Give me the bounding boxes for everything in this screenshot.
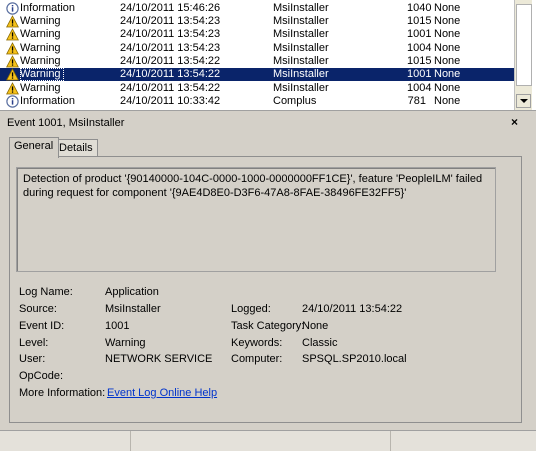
event-category: None (434, 95, 461, 107)
warning-icon (6, 28, 19, 41)
event-source: MsiInstaller (273, 42, 329, 54)
info-icon (6, 95, 19, 108)
log-name-label: Log Name: (19, 286, 73, 298)
event-row[interactable]: Warning 24/10/2011 13:54:23 MsiInstaller 10… (0, 28, 514, 41)
event-level: Warning (20, 82, 61, 94)
event-id: 781 (407, 95, 426, 107)
event-id: 1040 (407, 2, 432, 14)
opcode-label: OpCode: (19, 370, 64, 382)
user-label: User: (19, 353, 46, 365)
event-id: 1004 (407, 82, 432, 94)
source-value: MsiInstaller (105, 303, 161, 315)
user-value: NETWORK SERVICE (105, 353, 213, 365)
event-category: None (434, 68, 461, 80)
event-description[interactable]: Detection of product '{90140000-104C-000… (16, 167, 496, 272)
event-level: Information (20, 2, 76, 14)
event-level: Warning (20, 28, 61, 40)
status-bar (0, 431, 536, 451)
event-id: 1004 (407, 42, 432, 54)
event-log-online-help-link[interactable]: Event Log Online Help (107, 387, 217, 400)
event-row[interactable]: Warning 24/10/2011 13:54:23 MsiInstaller 10… (0, 15, 514, 28)
event-level: Warning (20, 15, 61, 27)
event-source: Complus (273, 95, 317, 107)
status-separator (390, 431, 391, 451)
event-row[interactable]: Information 24/10/2011 10:33:42 Complus 781… (0, 95, 514, 108)
event-date: 24/10/2011 13:54:22 (120, 82, 221, 94)
scroll-down-arrow[interactable] (516, 94, 531, 108)
source-label: Source: (19, 303, 57, 315)
event-level: Information (20, 95, 76, 107)
computer-value: SPSQL.SP2010.local (302, 353, 407, 365)
event-date: 24/10/2011 13:54:23 (120, 15, 221, 27)
event-category: None (434, 2, 461, 14)
warning-icon (6, 42, 19, 55)
event-date: 24/10/2011 15:46:26 (120, 2, 221, 14)
task-category-value: None (302, 320, 329, 332)
event-source: MsiInstaller (273, 55, 329, 67)
event-category: None (434, 55, 461, 67)
keywords-value: Classic (302, 337, 338, 349)
event-date: 24/10/2011 13:54:23 (120, 42, 221, 54)
scrollbar-thumb[interactable] (516, 4, 532, 86)
info-icon (6, 2, 19, 15)
computer-label: Computer: (231, 353, 283, 365)
warning-icon (6, 82, 19, 95)
vertical-scrollbar[interactable] (514, 0, 532, 110)
detail-header: Event 1001, MsiInstaller × (0, 112, 536, 134)
event-id: 1015 (407, 15, 432, 27)
event-category: None (434, 28, 461, 40)
event-source: MsiInstaller (273, 28, 329, 40)
event-id-label: Event ID: (19, 320, 65, 332)
event-date: 24/10/2011 13:54:22 (120, 68, 221, 80)
warning-icon (6, 15, 19, 28)
warning-icon (6, 55, 19, 68)
event-date: 24/10/2011 13:54:22 (120, 55, 221, 67)
event-date: 24/10/2011 13:54:23 (120, 28, 221, 40)
warning-icon (6, 68, 19, 81)
task-category-label: Task Category: (231, 320, 305, 332)
log-name-value: Application (105, 286, 159, 298)
event-category: None (434, 82, 461, 94)
event-row[interactable]: Warning 24/10/2011 13:54:22 MsiInstaller 10… (0, 68, 514, 81)
event-level: Warning (20, 42, 61, 54)
event-id: 1001 (407, 28, 432, 40)
event-level: Warning (20, 55, 61, 67)
event-date: 24/10/2011 10:33:42 (120, 95, 221, 107)
keywords-label: Keywords: (231, 337, 283, 349)
detail-title: Event 1001, MsiInstaller (7, 117, 125, 129)
event-category: None (434, 42, 461, 54)
event-row[interactable]: Warning 24/10/2011 13:54:23 MsiInstaller 10… (0, 42, 514, 55)
level-value: Warning (105, 337, 146, 349)
event-level: Warning (20, 68, 64, 81)
event-source: MsiInstaller (273, 68, 329, 80)
logged-label: Logged: (231, 303, 271, 315)
tab-general[interactable]: General (9, 137, 59, 158)
event-id: 1015 (407, 55, 432, 67)
event-row[interactable]: Information 24/10/2011 15:46:26 MsiInstall… (0, 2, 514, 15)
event-category: None (434, 15, 461, 27)
more-information-label: More Information: (19, 387, 106, 399)
event-id-value: 1001 (105, 320, 130, 332)
event-row[interactable]: Warning 24/10/2011 13:54:22 MsiInstaller 10… (0, 82, 514, 95)
event-list[interactable]: Information 24/10/2011 15:46:26 MsiInstall… (0, 0, 536, 111)
event-source: MsiInstaller (273, 2, 329, 14)
event-source: MsiInstaller (273, 15, 329, 27)
event-source: MsiInstaller (273, 82, 329, 94)
event-id: 1001 (407, 68, 432, 80)
tab-details[interactable]: Details (54, 139, 98, 157)
event-row[interactable]: Warning 24/10/2011 13:54:22 MsiInstaller 10… (0, 55, 514, 68)
close-icon[interactable]: × (511, 116, 518, 128)
status-separator (130, 431, 131, 451)
logged-value: 24/10/2011 13:54:22 (302, 303, 403, 315)
level-label: Level: (19, 337, 49, 349)
